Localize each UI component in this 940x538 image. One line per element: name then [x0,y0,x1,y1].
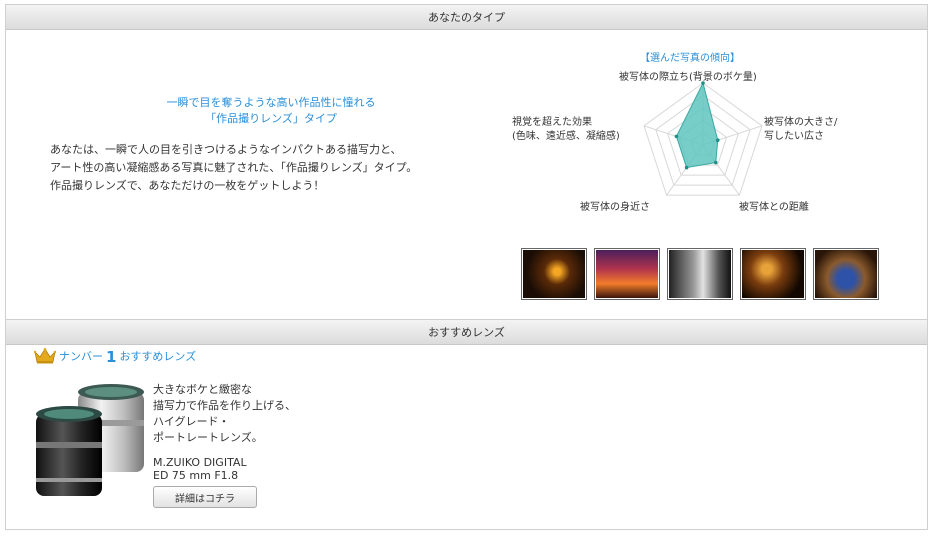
photo-coffee-cup-image [815,250,877,298]
lens-copy-line-2: 描写力で作品を作り上げる、 [153,399,296,412]
type-headline: 一瞬で目を奪うような高い作品性に憧れる 「作品撮りレンズ」タイプ [66,95,476,127]
type-desc-line-3: 作品撮りレンズで、あなただけの一枚をゲットしよう！ [50,179,325,192]
selected-photos [521,248,879,300]
lens-product-image [36,384,144,496]
rank-heading: ナンバー 1 おすすめレンズ [34,348,197,366]
rank-label: ナンバー [59,350,103,363]
selected-photo-2 [594,248,660,300]
rank-number: 1 [106,348,117,366]
lens-panel: おすすめレンズ ナンバー 1 おすすめレンズ 大きなボケと緻密な 描写力で作品を… [5,320,928,530]
type-description: あなたは、一瞬で人の目を引きつけるようなインパクトある描写力と、 アート性の高い… [50,141,480,195]
radar-axis-label-5: 視覚を超えた効果 (色味、遠近感、凝縮感) [512,117,620,142]
lens-name-line-2: ED 75 mm F1.8 [153,469,239,482]
radar-axis-label-2: 被写体の大きさ/ 写したい広さ [764,117,838,142]
lens-copy-line-3: ハイグレード・ [153,415,230,428]
lens-name-line-1: M.ZUIKO DIGITAL [153,456,247,469]
radar-point-4 [684,165,689,170]
radar-axis-label-4: 被写体の身近さ [580,202,650,213]
rank-suffix: おすすめレンズ [119,350,197,363]
lens-model-name: M.ZUIKO DIGITAL ED 75 mm F1.8 [153,456,247,482]
selected-photo-5 [813,248,879,300]
radar-axis-label-1: 被写体の際立ち(背景のボケ量) [619,72,757,83]
selected-photo-1 [521,248,587,300]
radar-point-2 [715,138,720,143]
radar-point-3 [713,160,718,165]
type-panel: あなたのタイプ 一瞬で目を奪うような高い作品性に憧れる 「作品撮りレンズ」タイプ… [5,4,928,320]
type-desc-line-2: アート性の高い凝縮感ある写真に魅了された、「作品撮りレンズ」タイプ。 [50,161,418,174]
radar-title: 【選んだ写真の傾向】 [640,53,740,64]
lens-description: 大きなボケと緻密な 描写力で作品を作り上げる、 ハイグレード・ ポートレートレン… [153,382,296,446]
type-panel-header: あなたのタイプ [6,5,927,30]
radar-data-area [675,81,719,169]
photo-candle-image [523,250,585,298]
photo-monochrome-image [669,250,731,298]
type-headline-line-1: 一瞬で目を奪うような高い作品性に憧れる [166,96,376,109]
photo-bokeh-lights-image [742,250,804,298]
type-desc-line-1: あなたは、一瞬で人の目を引きつけるようなインパクトある描写力と、 [50,143,402,156]
selected-photo-3 [667,248,733,300]
details-button[interactable]: 詳細はコチラ [153,486,257,508]
photo-sunset-dandelion-image [596,250,658,298]
crown-icon [34,348,56,364]
lens-panel-header: おすすめレンズ [6,320,927,345]
selected-photo-4 [740,248,806,300]
radar-axis-label-3: 被写体との距離 [739,202,809,213]
type-headline-line-2: 「作品撮りレンズ」タイプ [205,112,337,125]
lens-copy-line-1: 大きなボケと緻密な [153,383,252,396]
radar-point-5 [674,134,679,139]
lens-copy-line-4: ポートレートレンズ。 [153,431,263,444]
